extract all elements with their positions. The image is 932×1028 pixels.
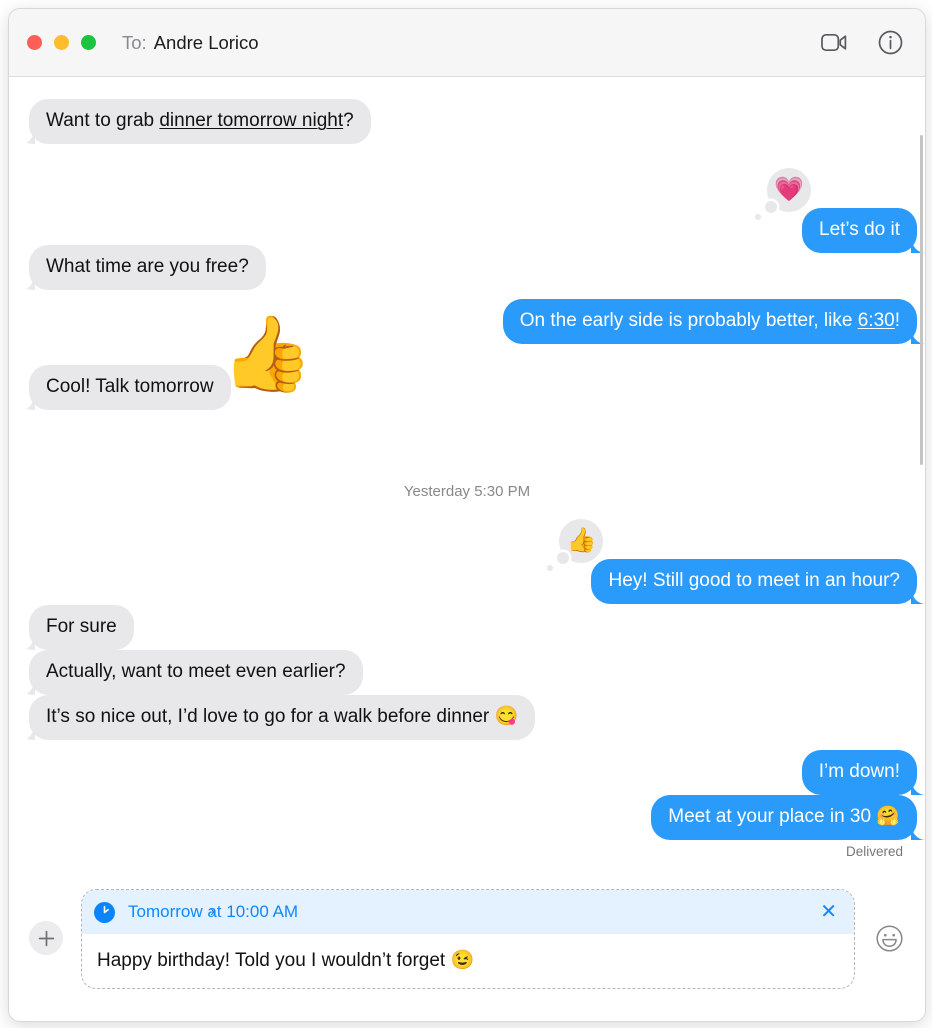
message-row-m8: Actually, want to meet even earlier? [29, 650, 363, 695]
zoom-window-button[interactable] [81, 35, 96, 50]
scheduled-send-banner[interactable]: Tomorrow at 10:00 AM › ✕ [82, 890, 854, 934]
message-row-m3: What time are you free? [29, 245, 266, 290]
message-bubble-incoming[interactable]: Cool! Talk tomorrow [29, 365, 231, 410]
message-bubble-incoming[interactable]: It’s so nice out, I’d love to go for a w… [29, 695, 536, 740]
message-bubble-incoming[interactable]: Actually, want to meet even earlier? [29, 650, 363, 695]
clock-icon [94, 901, 115, 923]
message-draft-input[interactable]: Happy birthday! Told you I wouldn’t forg… [82, 934, 854, 988]
message-row-m9: It’s so nice out, I’d love to go for a w… [29, 695, 536, 740]
timestamp-divider: Yesterday 5:30 PM [403, 483, 531, 500]
message-text-part: Want to grab [46, 110, 160, 131]
message-bubble-outgoing[interactable]: I’m down! [801, 750, 917, 795]
add-attachment-button[interactable] [29, 921, 63, 955]
tapback-emoji: 👍 [566, 527, 597, 554]
facetime-video-icon[interactable] [819, 28, 849, 58]
detected-data-link[interactable]: 6:30 [858, 310, 895, 331]
message-text-part: On the early side is probably better, li… [519, 310, 858, 331]
close-window-button[interactable] [27, 35, 42, 50]
message-transcript[interactable]: Want to grab dinner tomorrow night? 💗 Le… [9, 77, 925, 871]
message-input-container[interactable]: Tomorrow at 10:00 AM › ✕ Happy birthday!… [81, 889, 855, 989]
message-bubble-incoming[interactable]: For sure [29, 605, 134, 650]
tapback-dot-large [557, 552, 570, 564]
message-with-sticker: Cool! Talk tomorrow 👍 [29, 317, 313, 410]
emoji-picker-button[interactable] [873, 922, 905, 954]
message-text-part: ! [894, 310, 900, 331]
message-with-reaction: 💗 Let’s do it [755, 168, 917, 253]
tapback-dot-small [547, 565, 554, 571]
to-label: To: [122, 31, 147, 53]
details-info-icon[interactable] [875, 28, 905, 58]
delivery-status-label: Delivered [845, 844, 903, 859]
message-row-m7: For sure [29, 605, 134, 650]
message-composer: Tomorrow at 10:00 AM › ✕ Happy birthday!… [9, 871, 925, 1021]
recipient-field[interactable]: To: Andre Lorico [122, 32, 259, 54]
messages-window: To: Andre Lorico Want to grab dinner tom… [8, 8, 926, 1022]
recipient-name: Andre Lorico [153, 31, 259, 53]
transcript-scrollbar[interactable] [919, 77, 924, 871]
message-with-reaction: 👍 Hey! Still good to meet in an hour? [547, 519, 917, 604]
message-bubble-incoming[interactable]: Want to grab dinner tomorrow night? [29, 99, 371, 144]
titlebar-actions [819, 28, 905, 58]
traffic-light-group [27, 35, 96, 50]
message-row-m2: 💗 Let’s do it [755, 168, 917, 253]
tapback-emoji: 💗 [774, 176, 804, 203]
message-row-m4: On the early side is probably better, li… [502, 299, 917, 344]
message-row-m11: Meet at your place in 30 🤗 [651, 795, 917, 840]
message-bubble-incoming[interactable]: What time are you free? [29, 245, 266, 290]
message-row-m10: I’m down! [801, 750, 917, 795]
chevron-right-icon[interactable]: › [210, 903, 215, 921]
message-bubble-outgoing[interactable]: On the early side is probably better, li… [502, 299, 917, 344]
memoji-thumbs-up-sticker[interactable]: 👍 [221, 317, 313, 391]
thumbs-up-tapback[interactable]: 👍 [547, 519, 604, 571]
message-bubble-outgoing[interactable]: Hey! Still good to meet in an hour? [591, 559, 917, 604]
detected-data-link[interactable]: dinner tomorrow night [159, 110, 343, 131]
cancel-scheduled-send-button[interactable]: ✕ [817, 902, 840, 922]
message-row-m6: 👍 Hey! Still good to meet in an hour? [547, 519, 917, 604]
tapback-dot-small [755, 214, 762, 220]
message-bubble-outgoing[interactable]: Meet at your place in 30 🤗 [651, 795, 917, 840]
message-row-m1: Want to grab dinner tomorrow night? [29, 99, 371, 144]
tapback-dot-large [765, 201, 778, 213]
heart-tapback[interactable]: 💗 [755, 168, 812, 220]
scheduled-send-time[interactable]: Tomorrow at 10:00 AM [128, 902, 854, 922]
scrollbar-thumb[interactable] [920, 135, 923, 465]
message-row-m5: Cool! Talk tomorrow 👍 [29, 317, 313, 410]
minimize-window-button[interactable] [54, 35, 69, 50]
message-text-part: ? [343, 110, 354, 131]
message-bubble-outgoing[interactable]: Let’s do it [802, 208, 917, 253]
window-titlebar: To: Andre Lorico [9, 9, 925, 77]
